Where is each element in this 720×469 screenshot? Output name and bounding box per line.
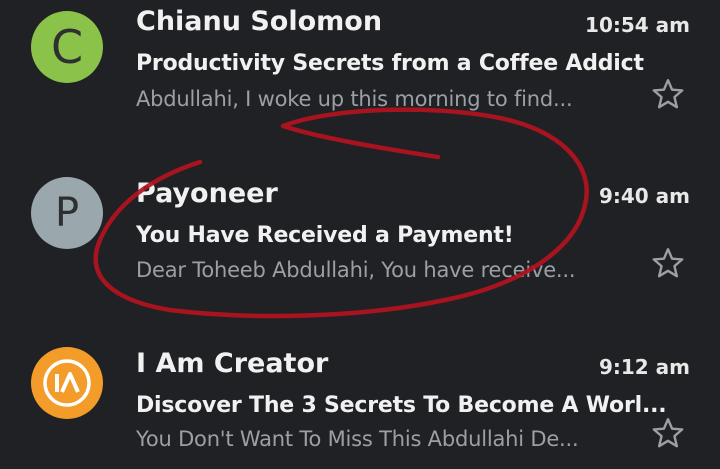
sender-avatar[interactable]: P	[31, 177, 103, 249]
email-subject: Discover The 3 Secrets To Become A Worl.…	[136, 393, 667, 418]
sender-name: I Am Creator	[136, 348, 329, 379]
email-snippet: Dear Toheeb Abdullahi, You have receive.…	[136, 258, 576, 282]
star-icon[interactable]	[650, 415, 686, 451]
sender-avatar[interactable]: C	[31, 11, 103, 83]
email-subject: Productivity Secrets from a Coffee Addic…	[136, 51, 644, 76]
email-snippet: Abdullahi, I woke up this morning to fin…	[136, 87, 573, 111]
sender-name: Payoneer	[136, 178, 278, 209]
email-subject: You Have Received a Payment!	[136, 223, 514, 248]
avatar-letter: P	[54, 190, 80, 236]
sender-name: Chianu Solomon	[136, 6, 383, 37]
email-time: 9:40 am	[598, 184, 690, 208]
email-time: 10:54 am	[585, 13, 690, 37]
star-icon[interactable]	[650, 245, 686, 281]
email-row-payoneer[interactable]: P Payoneer 9:40 am You Have Received a P…	[0, 170, 720, 320]
email-row-i-am-creator[interactable]: I Am Creator 9:12 am Discover The 3 Secr…	[0, 340, 720, 469]
sender-avatar[interactable]	[31, 347, 103, 419]
ia-logo-icon	[43, 359, 91, 407]
star-icon[interactable]	[650, 76, 686, 112]
email-snippet: You Don't Want To Miss This Abdullahi De…	[136, 427, 579, 451]
email-time: 9:12 am	[598, 355, 690, 379]
email-row-chianu-solomon[interactable]: C Chianu Solomon 10:54 am Productivity S…	[0, 0, 720, 150]
email-list: C Chianu Solomon 10:54 am Productivity S…	[0, 0, 720, 469]
avatar-letter: C	[50, 20, 84, 74]
